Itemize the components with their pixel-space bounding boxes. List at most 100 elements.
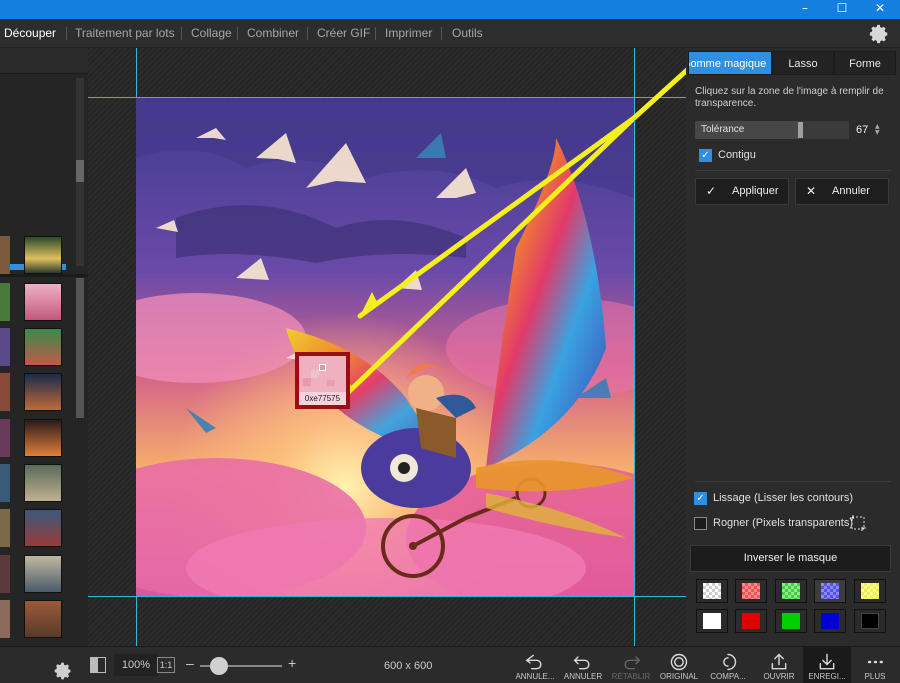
- swatch-fill: [821, 613, 839, 629]
- editing-canvas[interactable]: 0xe77575: [88, 48, 686, 646]
- thumbnail-partial[interactable]: [0, 419, 10, 457]
- thumbnail-partial[interactable]: [0, 555, 10, 593]
- mask-color-swatch-checkered[interactable]: [735, 579, 767, 603]
- maximize-button[interactable]: ☐: [823, 0, 861, 19]
- apply-label: Appliquer: [732, 185, 779, 197]
- mask-color-swatch-checkered[interactable]: [854, 579, 886, 603]
- menu-separator: [181, 27, 182, 40]
- tolerance-slider[interactable]: Tolérance: [695, 121, 849, 139]
- background-toggle-icon[interactable]: [90, 657, 106, 673]
- bottom-action-label[interactable]: ANNULE...: [510, 672, 560, 681]
- mask-color-swatch-checkered[interactable]: [696, 579, 728, 603]
- undo-all-icon[interactable]: [523, 652, 547, 672]
- tab-lasso[interactable]: Lasso: [772, 51, 834, 75]
- swatch-fill: [821, 583, 839, 599]
- menu-separator: [441, 27, 442, 40]
- mask-color-swatch-checkered[interactable]: [775, 579, 807, 603]
- tab-magic-eraser[interactable]: Gomme magique: [688, 51, 772, 75]
- thumbnail-partial[interactable]: [0, 236, 10, 274]
- mask-color-swatch-checkered[interactable]: [814, 579, 846, 603]
- menu-batch[interactable]: Traitement par lots: [75, 19, 175, 48]
- actual-size-button[interactable]: 1:1: [157, 657, 175, 673]
- zoom-out-button[interactable]: –: [186, 655, 194, 671]
- menu-separator: [237, 27, 238, 40]
- apply-button[interactable]: ✓ Appliquer: [695, 178, 789, 205]
- panel-divider[interactable]: [0, 274, 88, 277]
- invert-mask-button[interactable]: Inverser le masque: [690, 545, 891, 572]
- zoom-slider-handle[interactable]: [210, 657, 228, 675]
- magic-eraser-magnifier: 0xe77575: [295, 352, 350, 409]
- crop-icon[interactable]: [849, 514, 867, 532]
- swatch-fill: [703, 613, 721, 629]
- menu-collage[interactable]: Collage: [191, 19, 232, 48]
- redo-icon[interactable]: [619, 652, 643, 672]
- thumbnail-image[interactable]: [24, 509, 62, 547]
- close-button[interactable]: ✕: [861, 0, 899, 19]
- mask-color-swatch-solid[interactable]: [814, 609, 846, 633]
- thumbnail-image[interactable]: [24, 464, 62, 502]
- minimize-button[interactable]: –: [786, 0, 824, 19]
- thumbnail-image[interactable]: [24, 600, 62, 638]
- menu-print[interactable]: Imprimer: [385, 19, 432, 48]
- thumbnail-image[interactable]: [24, 283, 62, 321]
- save-icon[interactable]: [815, 652, 839, 672]
- undo-icon[interactable]: [571, 652, 595, 672]
- tolerance-value[interactable]: 67: [856, 121, 868, 139]
- thumbnail-partial[interactable]: [0, 328, 10, 366]
- thumbnail-image[interactable]: [24, 328, 62, 366]
- scroll-thumb[interactable]: [76, 160, 84, 182]
- compare-icon[interactable]: [716, 652, 740, 672]
- thumbnail-image[interactable]: [24, 236, 62, 274]
- mask-color-swatch-solid[interactable]: [854, 609, 886, 633]
- thumbnail-partial[interactable]: [0, 509, 10, 547]
- bottom-action-label[interactable]: ORIGINAL: [654, 672, 704, 681]
- thumbnail-image[interactable]: [24, 555, 62, 593]
- open-icon[interactable]: [767, 652, 791, 672]
- smoothing-checkbox[interactable]: ✓: [694, 492, 707, 505]
- tools-panel: Gomme magique Lasso Forme Cliquez sur la…: [686, 48, 900, 653]
- menu-combine[interactable]: Combiner: [247, 19, 299, 48]
- bottom-action-label[interactable]: ANNULER: [558, 672, 608, 681]
- settings-gear-icon[interactable]: [53, 661, 73, 681]
- settings-gear-icon[interactable]: [868, 23, 890, 45]
- menu-crop[interactable]: Découper: [4, 19, 56, 48]
- thumbnail-image[interactable]: [24, 373, 62, 411]
- swatch-fill: [782, 613, 800, 629]
- thumbnail-partial[interactable]: [0, 373, 10, 411]
- zoom-in-button[interactable]: +: [288, 655, 296, 671]
- artwork-image[interactable]: [136, 98, 634, 596]
- divider: [695, 170, 891, 171]
- cancel-button[interactable]: ✕ Annuler: [795, 178, 889, 205]
- thumbnail-scrollbar-bottom[interactable]: [76, 278, 84, 418]
- tolerance-stepper[interactable]: ▲ ▼: [875, 124, 883, 136]
- more-icon[interactable]: [863, 652, 887, 672]
- contiguous-label: Contigu: [718, 149, 756, 161]
- mask-color-swatch-solid[interactable]: [775, 609, 807, 633]
- tolerance-slider-handle[interactable]: [798, 122, 803, 138]
- magic-eraser-hint: Cliquez sur la zone de l'image à remplir…: [695, 86, 884, 109]
- thumbnail-scrollbar-top[interactable]: [76, 78, 84, 266]
- crop-transparent-checkbox[interactable]: [694, 517, 707, 530]
- thumbnail-partial[interactable]: [0, 464, 10, 502]
- smoothing-label: Lissage (Lisser les contours): [713, 492, 854, 504]
- swatch-fill: [742, 583, 760, 599]
- menu-separator: [66, 27, 67, 40]
- bottom-action-label[interactable]: ENREGI...: [802, 672, 852, 681]
- thumbnail-image[interactable]: [24, 419, 62, 457]
- close-x-icon: ✕: [806, 184, 817, 198]
- bottom-action-label[interactable]: COMPA...: [703, 672, 753, 681]
- menu-tools[interactable]: Outils: [452, 19, 483, 48]
- thumbnail-partial[interactable]: [0, 600, 10, 638]
- zoom-level[interactable]: 100%: [114, 654, 158, 676]
- mask-color-swatch-solid[interactable]: [735, 609, 767, 633]
- thumbnail-partial[interactable]: [0, 283, 10, 321]
- bottom-action-label[interactable]: OUVRIR: [754, 672, 804, 681]
- contiguous-checkbox[interactable]: ✓: [699, 149, 712, 162]
- bottom-action-label[interactable]: PLUS: [850, 672, 900, 681]
- mask-color-swatch-solid[interactable]: [696, 609, 728, 633]
- thumbnail-panel-header: [0, 48, 88, 74]
- original-icon[interactable]: [667, 652, 691, 672]
- bottom-action-label[interactable]: RÉTABLIR: [606, 672, 656, 681]
- menu-gif[interactable]: Créer GIF: [317, 19, 370, 48]
- tab-shape[interactable]: Forme: [834, 51, 896, 75]
